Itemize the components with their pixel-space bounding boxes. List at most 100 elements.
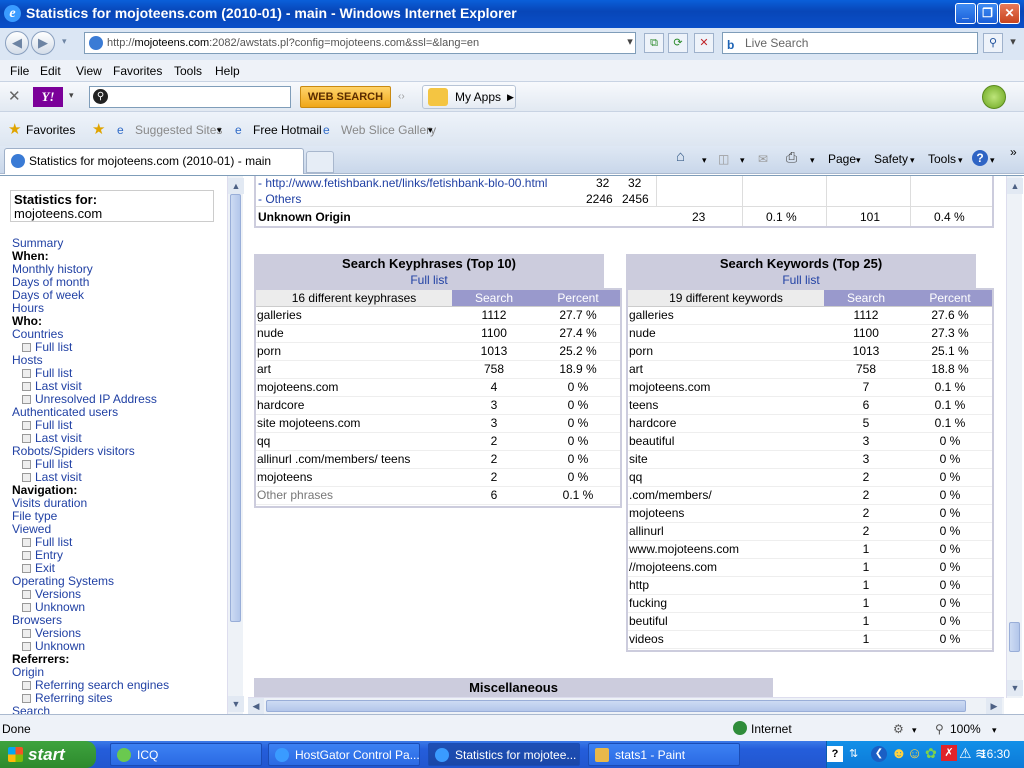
chevron-down-icon[interactable]: ▾	[910, 155, 915, 166]
back-button[interactable]: ◀	[5, 31, 29, 55]
favorites-button[interactable]: Favorites	[26, 123, 75, 137]
menu-favorites[interactable]: Favorites	[113, 64, 162, 78]
favorites-bar: ★ Favorites ★ e Suggested Sites ▾ e Free…	[0, 112, 1024, 146]
row-term: www.mojoteens.com	[628, 540, 824, 559]
suggested-sites-link[interactable]: Suggested Sites	[135, 123, 222, 137]
refresh-icon[interactable]: ⟳	[668, 33, 688, 53]
menu-file[interactable]: File	[10, 64, 29, 78]
help-tray-icon[interactable]: ?	[827, 746, 843, 762]
minimize-button[interactable]: _	[955, 3, 976, 24]
horizontal-scroll-thumb[interactable]	[266, 700, 966, 712]
origin-link-label[interactable]: - http://www.fetishbank.net/links/fetish…	[258, 176, 547, 190]
nav-robots[interactable]: Robots/Spiders visitors	[12, 445, 135, 458]
yahoo-menu-icon[interactable]: ▾	[69, 90, 74, 101]
menu-edit[interactable]: Edit	[40, 64, 61, 78]
scroll-down-icon[interactable]: ▼	[1007, 680, 1023, 696]
horizontal-scrollbar[interactable]: ◀ ▶	[248, 697, 1004, 714]
yahoo-logo-icon[interactable]: Y!	[33, 87, 63, 107]
tools-menu[interactable]: Tools	[928, 152, 956, 166]
task-paint[interactable]: stats1 - Paint	[588, 743, 740, 766]
settings-gear-icon[interactable]	[982, 85, 1006, 109]
task-statistics[interactable]: Statistics for mojotee...	[428, 743, 580, 766]
chevron-down-icon[interactable]: ▾	[810, 155, 815, 166]
print-icon[interactable]: ⎙	[786, 149, 797, 166]
table-row: .com/members/2 0 %	[628, 486, 992, 505]
web-slice-gallery-link[interactable]: Web Slice Gallery	[341, 123, 436, 137]
menu-help[interactable]: Help	[215, 64, 240, 78]
keyphrases-full-list-link[interactable]: Full list	[254, 272, 604, 288]
icq-tray-icon[interactable]: ✿	[925, 745, 937, 762]
chevron-down-icon[interactable]: ▾	[428, 125, 433, 136]
scroll-right-icon[interactable]: ▶	[986, 698, 1002, 714]
stop-icon[interactable]: ✕	[694, 33, 714, 53]
safety-menu[interactable]: Safety	[874, 152, 908, 166]
web-search-button[interactable]: WEB SEARCH	[300, 86, 391, 108]
feeds-icon[interactable]: ◫	[718, 152, 729, 166]
chevron-down-icon[interactable]: ▾	[740, 155, 745, 166]
scroll-up-icon[interactable]: ▲	[228, 178, 244, 194]
main-scroll-thumb[interactable]	[1009, 622, 1020, 652]
compatibility-icon[interactable]: ⧉	[644, 33, 664, 53]
sidebar-scroll-thumb[interactable]	[230, 194, 241, 622]
page-menu[interactable]: Page	[828, 152, 856, 166]
add-favorite-icon[interactable]: ★	[92, 120, 105, 138]
row-percent: 0 %	[908, 612, 992, 631]
main-scrollbar[interactable]: ▲ ▼	[1006, 176, 1023, 698]
keywords-full-list-link[interactable]: Full list	[626, 272, 976, 288]
scroll-up-icon[interactable]: ▲	[1007, 178, 1023, 194]
maximize-button[interactable]: ❐	[977, 3, 998, 24]
chevron-down-icon[interactable]: ▾	[912, 725, 917, 736]
row-term: videos	[628, 630, 824, 649]
chevron-down-icon[interactable]: ▾	[958, 155, 963, 166]
scroll-left-icon[interactable]: ◀	[248, 698, 264, 714]
chevron-down-icon[interactable]: ▾	[217, 125, 222, 136]
search-options-icon[interactable]: ▾	[1003, 33, 1023, 53]
chevron-down-icon[interactable]: ▾	[990, 155, 995, 166]
row-term[interactable]: Other phrases	[256, 486, 452, 505]
address-input[interactable]: http://mojoteens.com:2082/awstats.pl?con…	[84, 32, 636, 54]
ie-icon	[435, 748, 449, 762]
tray-arrow-icon[interactable]: ❮	[871, 746, 887, 762]
recent-pages-icon[interactable]: ▾	[62, 36, 67, 47]
messenger-icon[interactable]: ☻	[891, 745, 907, 762]
nav-search[interactable]: Search	[12, 705, 50, 715]
close-toolbar-icon[interactable]: ✕	[8, 87, 21, 105]
my-apps-button[interactable]: My Apps ▶	[422, 85, 516, 109]
start-button[interactable]: start	[0, 741, 96, 768]
menu-tools[interactable]: Tools	[174, 64, 202, 78]
free-hotmail-link[interactable]: Free Hotmail	[253, 123, 322, 137]
mail-icon[interactable]: ✉	[758, 152, 768, 166]
antivirus-icon[interactable]: ✗	[941, 745, 957, 761]
row-search-count: 2	[824, 522, 908, 541]
help-icon[interactable]: ?	[972, 150, 988, 166]
emoticon-icon[interactable]: ☺	[907, 745, 922, 762]
network-icon[interactable]: ⚠	[959, 745, 972, 762]
task-icq[interactable]: ICQ	[110, 743, 262, 766]
chevron-down-icon[interactable]: ▾	[702, 155, 707, 166]
task-hostgator[interactable]: HostGator Control Pa...	[268, 743, 420, 766]
chevron-down-icon[interactable]: ▾	[992, 725, 997, 736]
origin-others-label[interactable]: - Others	[258, 192, 301, 206]
scroll-down-icon[interactable]: ▼	[228, 696, 244, 712]
forward-button[interactable]: ▶	[31, 31, 55, 55]
live-search-input[interactable]: b Live Search	[722, 32, 978, 54]
sidebar-scrollbar[interactable]: ▲ ▼	[227, 176, 244, 714]
more-icon[interactable]: »	[1010, 145, 1017, 159]
menu-view[interactable]: View	[76, 64, 102, 78]
volume-icon[interactable]: ⇅	[849, 747, 858, 760]
row-search-count: 1	[824, 612, 908, 631]
table-row: site 3 0 %	[628, 450, 992, 469]
row-percent: 0 %	[908, 450, 992, 469]
tab-statistics[interactable]: Statistics for mojoteens.com (2010-01) -…	[4, 148, 304, 174]
yahoo-search-input[interactable]: ⚲	[89, 86, 291, 108]
origin-link-row[interactable]: - http://www.fetishbank.net/links/fetish…	[258, 176, 547, 190]
origin-link-hits: 32	[628, 176, 642, 190]
chevron-down-icon[interactable]: ▾	[856, 155, 861, 166]
new-tab-button[interactable]	[306, 151, 334, 173]
zoom-level[interactable]: 100%	[950, 722, 981, 736]
search-go-icon[interactable]: ⚲	[983, 33, 1003, 53]
home-icon[interactable]: ⌂	[676, 148, 685, 165]
protected-mode-icon[interactable]: ⚙	[893, 722, 904, 736]
address-dropdown-icon[interactable]: ▾	[620, 33, 640, 53]
close-button[interactable]: ✕	[999, 3, 1020, 24]
